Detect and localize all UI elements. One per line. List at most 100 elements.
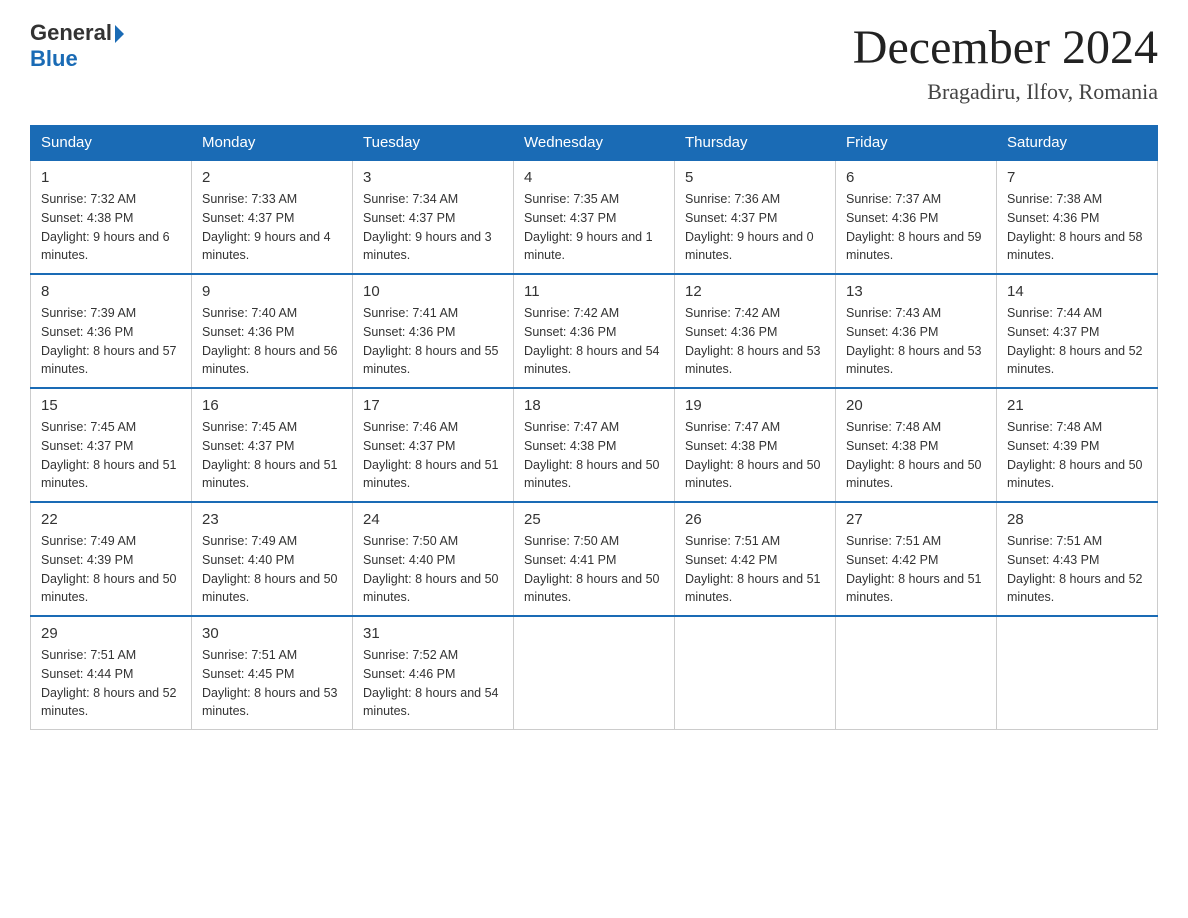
calendar-header-row: SundayMondayTuesdayWednesdayThursdayFrid…	[31, 126, 1158, 161]
calendar-cell	[675, 616, 836, 730]
calendar-cell: 9 Sunrise: 7:40 AMSunset: 4:36 PMDayligh…	[192, 274, 353, 388]
day-number: 24	[363, 511, 503, 528]
day-info: Sunrise: 7:51 AMSunset: 4:42 PMDaylight:…	[685, 532, 825, 607]
calendar-cell: 26 Sunrise: 7:51 AMSunset: 4:42 PMDaylig…	[675, 502, 836, 616]
day-number: 26	[685, 511, 825, 528]
title-block: December 2024 Bragadiru, Ilfov, Romania	[853, 20, 1158, 105]
day-number: 18	[524, 397, 664, 414]
day-number: 8	[41, 283, 181, 300]
calendar-cell: 27 Sunrise: 7:51 AMSunset: 4:42 PMDaylig…	[836, 502, 997, 616]
day-info: Sunrise: 7:32 AMSunset: 4:38 PMDaylight:…	[41, 190, 181, 265]
calendar-week-row: 15 Sunrise: 7:45 AMSunset: 4:37 PMDaylig…	[31, 388, 1158, 502]
calendar-cell: 28 Sunrise: 7:51 AMSunset: 4:43 PMDaylig…	[997, 502, 1158, 616]
day-info: Sunrise: 7:43 AMSunset: 4:36 PMDaylight:…	[846, 304, 986, 379]
day-info: Sunrise: 7:48 AMSunset: 4:39 PMDaylight:…	[1007, 418, 1147, 493]
calendar-week-row: 1 Sunrise: 7:32 AMSunset: 4:38 PMDayligh…	[31, 160, 1158, 274]
day-number: 11	[524, 283, 664, 300]
calendar-cell: 8 Sunrise: 7:39 AMSunset: 4:36 PMDayligh…	[31, 274, 192, 388]
calendar-cell: 18 Sunrise: 7:47 AMSunset: 4:38 PMDaylig…	[514, 388, 675, 502]
day-info: Sunrise: 7:45 AMSunset: 4:37 PMDaylight:…	[41, 418, 181, 493]
day-info: Sunrise: 7:51 AMSunset: 4:45 PMDaylight:…	[202, 646, 342, 721]
day-info: Sunrise: 7:38 AMSunset: 4:36 PMDaylight:…	[1007, 190, 1147, 265]
day-info: Sunrise: 7:45 AMSunset: 4:37 PMDaylight:…	[202, 418, 342, 493]
calendar-cell: 1 Sunrise: 7:32 AMSunset: 4:38 PMDayligh…	[31, 160, 192, 274]
day-number: 16	[202, 397, 342, 414]
calendar-cell: 31 Sunrise: 7:52 AMSunset: 4:46 PMDaylig…	[353, 616, 514, 730]
day-info: Sunrise: 7:42 AMSunset: 4:36 PMDaylight:…	[524, 304, 664, 379]
day-number: 25	[524, 511, 664, 528]
day-info: Sunrise: 7:41 AMSunset: 4:36 PMDaylight:…	[363, 304, 503, 379]
calendar-cell: 21 Sunrise: 7:48 AMSunset: 4:39 PMDaylig…	[997, 388, 1158, 502]
calendar-week-row: 29 Sunrise: 7:51 AMSunset: 4:44 PMDaylig…	[31, 616, 1158, 730]
day-number: 22	[41, 511, 181, 528]
calendar-cell: 15 Sunrise: 7:45 AMSunset: 4:37 PMDaylig…	[31, 388, 192, 502]
day-number: 23	[202, 511, 342, 528]
calendar-cell	[514, 616, 675, 730]
day-number: 1	[41, 169, 181, 186]
weekday-header-tuesday: Tuesday	[353, 126, 514, 161]
calendar-cell: 5 Sunrise: 7:36 AMSunset: 4:37 PMDayligh…	[675, 160, 836, 274]
calendar-week-row: 22 Sunrise: 7:49 AMSunset: 4:39 PMDaylig…	[31, 502, 1158, 616]
day-info: Sunrise: 7:51 AMSunset: 4:44 PMDaylight:…	[41, 646, 181, 721]
calendar-cell: 13 Sunrise: 7:43 AMSunset: 4:36 PMDaylig…	[836, 274, 997, 388]
day-number: 3	[363, 169, 503, 186]
calendar-cell: 10 Sunrise: 7:41 AMSunset: 4:36 PMDaylig…	[353, 274, 514, 388]
day-info: Sunrise: 7:51 AMSunset: 4:43 PMDaylight:…	[1007, 532, 1147, 607]
calendar-cell: 3 Sunrise: 7:34 AMSunset: 4:37 PMDayligh…	[353, 160, 514, 274]
calendar-cell: 19 Sunrise: 7:47 AMSunset: 4:38 PMDaylig…	[675, 388, 836, 502]
day-number: 15	[41, 397, 181, 414]
day-info: Sunrise: 7:49 AMSunset: 4:39 PMDaylight:…	[41, 532, 181, 607]
calendar-cell: 20 Sunrise: 7:48 AMSunset: 4:38 PMDaylig…	[836, 388, 997, 502]
day-info: Sunrise: 7:37 AMSunset: 4:36 PMDaylight:…	[846, 190, 986, 265]
calendar-table: SundayMondayTuesdayWednesdayThursdayFrid…	[30, 125, 1158, 730]
day-number: 13	[846, 283, 986, 300]
month-title: December 2024	[853, 20, 1158, 75]
day-number: 17	[363, 397, 503, 414]
day-info: Sunrise: 7:34 AMSunset: 4:37 PMDaylight:…	[363, 190, 503, 265]
day-number: 30	[202, 625, 342, 642]
calendar-cell	[836, 616, 997, 730]
day-info: Sunrise: 7:42 AMSunset: 4:36 PMDaylight:…	[685, 304, 825, 379]
day-info: Sunrise: 7:36 AMSunset: 4:37 PMDaylight:…	[685, 190, 825, 265]
day-info: Sunrise: 7:39 AMSunset: 4:36 PMDaylight:…	[41, 304, 181, 379]
day-number: 2	[202, 169, 342, 186]
day-number: 9	[202, 283, 342, 300]
day-number: 4	[524, 169, 664, 186]
calendar-cell: 23 Sunrise: 7:49 AMSunset: 4:40 PMDaylig…	[192, 502, 353, 616]
day-number: 12	[685, 283, 825, 300]
day-info: Sunrise: 7:40 AMSunset: 4:36 PMDaylight:…	[202, 304, 342, 379]
calendar-cell: 22 Sunrise: 7:49 AMSunset: 4:39 PMDaylig…	[31, 502, 192, 616]
day-info: Sunrise: 7:35 AMSunset: 4:37 PMDaylight:…	[524, 190, 664, 265]
calendar-cell: 6 Sunrise: 7:37 AMSunset: 4:36 PMDayligh…	[836, 160, 997, 274]
weekday-header-sunday: Sunday	[31, 126, 192, 161]
day-info: Sunrise: 7:46 AMSunset: 4:37 PMDaylight:…	[363, 418, 503, 493]
day-number: 7	[1007, 169, 1147, 186]
day-info: Sunrise: 7:48 AMSunset: 4:38 PMDaylight:…	[846, 418, 986, 493]
day-info: Sunrise: 7:47 AMSunset: 4:38 PMDaylight:…	[524, 418, 664, 493]
calendar-cell: 16 Sunrise: 7:45 AMSunset: 4:37 PMDaylig…	[192, 388, 353, 502]
calendar-cell	[997, 616, 1158, 730]
calendar-cell: 30 Sunrise: 7:51 AMSunset: 4:45 PMDaylig…	[192, 616, 353, 730]
day-number: 19	[685, 397, 825, 414]
day-number: 28	[1007, 511, 1147, 528]
calendar-cell: 12 Sunrise: 7:42 AMSunset: 4:36 PMDaylig…	[675, 274, 836, 388]
day-number: 14	[1007, 283, 1147, 300]
logo: General Blue	[30, 20, 124, 72]
weekday-header-friday: Friday	[836, 126, 997, 161]
day-number: 6	[846, 169, 986, 186]
day-info: Sunrise: 7:47 AMSunset: 4:38 PMDaylight:…	[685, 418, 825, 493]
day-info: Sunrise: 7:33 AMSunset: 4:37 PMDaylight:…	[202, 190, 342, 265]
calendar-cell: 7 Sunrise: 7:38 AMSunset: 4:36 PMDayligh…	[997, 160, 1158, 274]
calendar-cell: 24 Sunrise: 7:50 AMSunset: 4:40 PMDaylig…	[353, 502, 514, 616]
day-number: 31	[363, 625, 503, 642]
day-info: Sunrise: 7:51 AMSunset: 4:42 PMDaylight:…	[846, 532, 986, 607]
day-number: 5	[685, 169, 825, 186]
day-number: 21	[1007, 397, 1147, 414]
calendar-cell: 2 Sunrise: 7:33 AMSunset: 4:37 PMDayligh…	[192, 160, 353, 274]
day-number: 20	[846, 397, 986, 414]
weekday-header-wednesday: Wednesday	[514, 126, 675, 161]
calendar-cell: 25 Sunrise: 7:50 AMSunset: 4:41 PMDaylig…	[514, 502, 675, 616]
day-number: 29	[41, 625, 181, 642]
logo-general-text: General	[30, 20, 112, 46]
weekday-header-monday: Monday	[192, 126, 353, 161]
